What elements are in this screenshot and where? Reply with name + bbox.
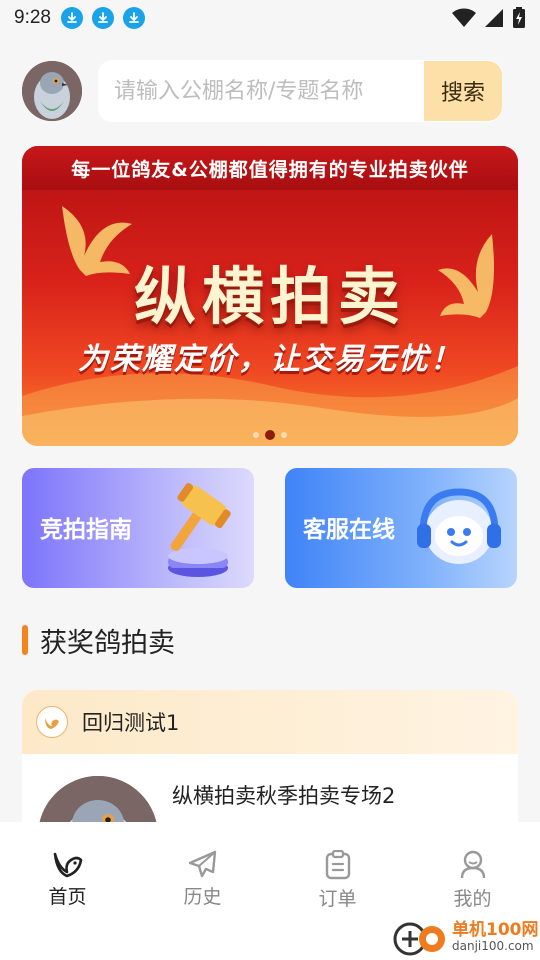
- gavel-icon: [168, 483, 231, 577]
- signal-icon: [485, 9, 503, 27]
- app-screen: 9:28 搜索: [0, 0, 540, 960]
- customer-service-label: 客服在线: [303, 517, 395, 543]
- tab-orders-label: 订单: [318, 888, 357, 910]
- home-pigeon-icon: [53, 852, 82, 878]
- section-header: 获奖鸽拍卖: [22, 620, 175, 660]
- user-avatar[interactable]: [22, 61, 82, 121]
- search-box: 搜索: [98, 60, 502, 122]
- wifi-icon: [452, 8, 476, 27]
- watermark-cn: 单机100网: [452, 920, 539, 940]
- watermark-text: 单机100网 danji100.com: [452, 921, 539, 953]
- search-input[interactable]: [98, 78, 424, 104]
- bidding-guide-card[interactable]: 竞拍指南: [22, 468, 254, 588]
- auction-loft-name: 回归测试1: [82, 711, 180, 735]
- watermark-logo-icon: [393, 922, 445, 956]
- tab-orders[interactable]: 订单: [270, 822, 405, 960]
- banner-title: 纵横拍卖: [133, 260, 406, 333]
- search-button[interactable]: 搜索: [424, 61, 502, 121]
- banner-tagline: 每一位鸽友&公棚都值得拥有的专业拍卖伙伴: [22, 146, 518, 190]
- auction-event-name: 纵横拍卖秋季拍卖专场2: [172, 784, 396, 808]
- download-icon: [122, 7, 145, 29]
- bidding-guide-label: 竞拍指南: [40, 517, 132, 543]
- pagination-dot-active[interactable]: [265, 430, 275, 440]
- banner-pagination: [22, 430, 518, 440]
- section-title: 获奖鸽拍卖: [40, 627, 175, 659]
- clipboard-icon: [325, 850, 350, 880]
- headset-robot-icon: [417, 488, 501, 564]
- paper-plane-icon: [188, 850, 216, 878]
- tab-history[interactable]: 历史: [135, 822, 270, 960]
- status-time: 9:28: [14, 7, 51, 28]
- promo-banner[interactable]: 每一位鸽友&公棚都值得拥有的专业拍卖伙伴 纵横拍卖 为荣耀定价，让交易无忧！: [22, 146, 518, 446]
- download-icon: [91, 7, 114, 29]
- pagination-dot[interactable]: [281, 432, 287, 438]
- customer-service-card[interactable]: 客服在线: [285, 468, 517, 588]
- tab-history-label: 历史: [183, 886, 222, 908]
- auction-card-header: 回归测试1: [22, 690, 518, 754]
- tab-profile-label: 我的: [453, 888, 492, 910]
- pagination-dot[interactable]: [253, 432, 259, 438]
- watermark-en: danji100.com: [452, 939, 534, 953]
- battery-icon: [513, 7, 525, 28]
- status-bar: 9:28: [0, 0, 540, 36]
- user-icon: [460, 850, 485, 879]
- watermark: 单机100网 danji100.com: [392, 914, 540, 960]
- section-accent-bar: [22, 625, 28, 655]
- banner-subtitle: 为荣耀定价，让交易无忧！: [78, 342, 462, 377]
- header-bar: 搜索: [22, 60, 502, 122]
- status-icons: [452, 7, 526, 29]
- dove-icon: [36, 706, 68, 738]
- download-icon: [60, 7, 83, 29]
- tab-home[interactable]: 首页: [0, 822, 135, 960]
- tab-home-label: 首页: [48, 886, 87, 908]
